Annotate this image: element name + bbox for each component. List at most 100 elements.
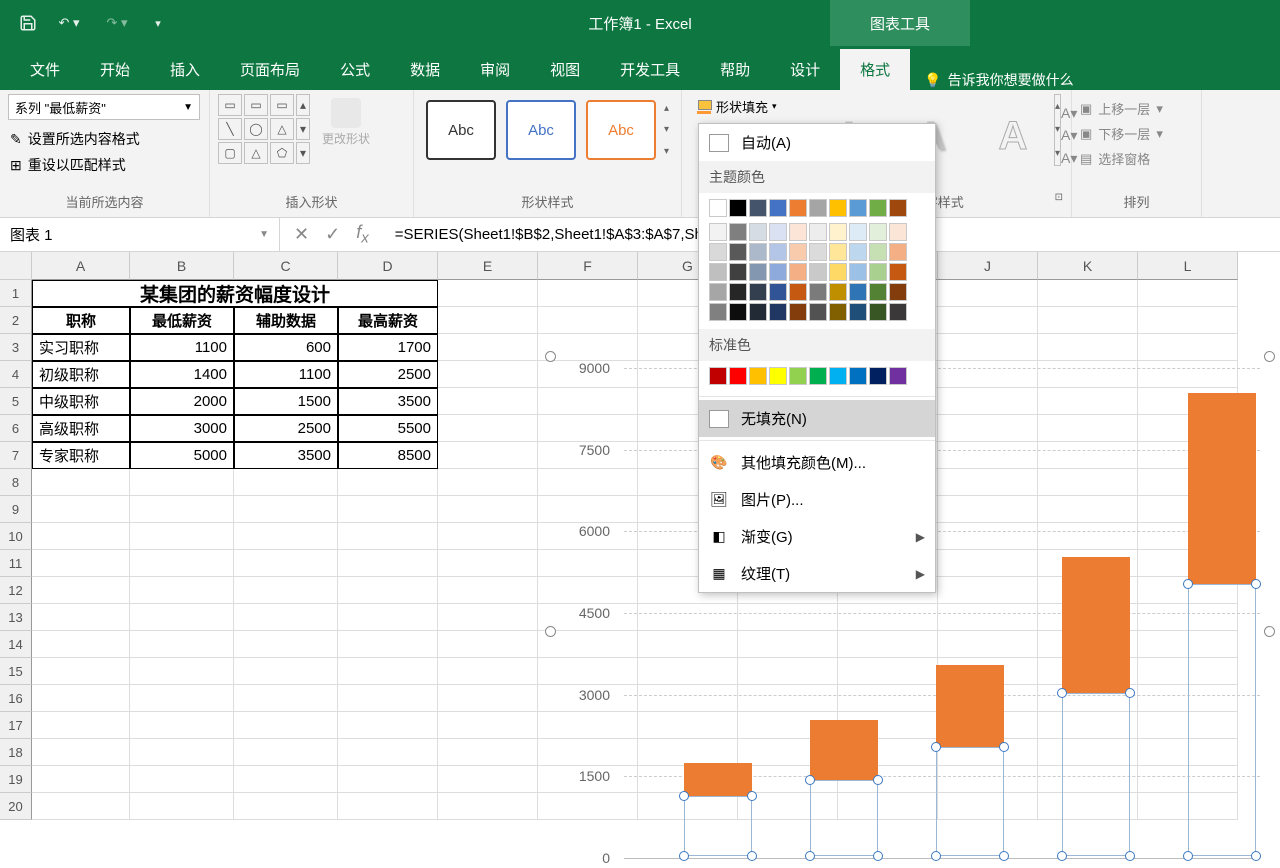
color-swatch[interactable] bbox=[729, 223, 747, 241]
color-swatch[interactable] bbox=[849, 199, 867, 217]
cell[interactable] bbox=[234, 577, 338, 604]
ribbon-tab-审阅[interactable]: 审阅 bbox=[460, 49, 530, 90]
cell[interactable] bbox=[938, 280, 1038, 307]
row-header[interactable]: 13 bbox=[0, 604, 32, 631]
cell[interactable]: 1100 bbox=[130, 334, 234, 361]
cell[interactable] bbox=[438, 388, 538, 415]
bar-base-series[interactable] bbox=[1188, 584, 1256, 856]
cell[interactable] bbox=[234, 793, 338, 820]
cell[interactable] bbox=[130, 577, 234, 604]
qat-customize[interactable]: ▾ bbox=[144, 9, 172, 37]
cell[interactable] bbox=[32, 550, 130, 577]
color-swatch[interactable] bbox=[789, 199, 807, 217]
color-swatch[interactable] bbox=[789, 283, 807, 301]
color-swatch[interactable] bbox=[829, 263, 847, 281]
redo-button[interactable]: ↷ ▾ bbox=[96, 9, 138, 37]
cell[interactable] bbox=[438, 361, 538, 388]
cell[interactable] bbox=[32, 469, 130, 496]
color-swatch[interactable] bbox=[729, 367, 747, 385]
row-header[interactable]: 2 bbox=[0, 307, 32, 334]
color-swatch[interactable] bbox=[889, 303, 907, 321]
row-header[interactable]: 7 bbox=[0, 442, 32, 469]
color-swatch[interactable] bbox=[809, 303, 827, 321]
color-swatch[interactable] bbox=[749, 303, 767, 321]
row-header[interactable]: 9 bbox=[0, 496, 32, 523]
row-header[interactable]: 11 bbox=[0, 550, 32, 577]
cell[interactable] bbox=[338, 739, 438, 766]
color-swatch[interactable] bbox=[849, 283, 867, 301]
cell[interactable] bbox=[32, 712, 130, 739]
color-swatch[interactable] bbox=[709, 223, 727, 241]
fill-texture[interactable]: ▦ 纹理(T) ▶ bbox=[699, 555, 935, 592]
color-swatch[interactable] bbox=[789, 243, 807, 261]
color-swatch[interactable] bbox=[869, 199, 887, 217]
cell[interactable] bbox=[338, 496, 438, 523]
ribbon-tab-视图[interactable]: 视图 bbox=[530, 49, 600, 90]
cell[interactable] bbox=[130, 793, 234, 820]
color-swatch[interactable] bbox=[829, 223, 847, 241]
row-header[interactable]: 16 bbox=[0, 685, 32, 712]
cell[interactable] bbox=[438, 712, 538, 739]
color-swatch[interactable] bbox=[849, 243, 867, 261]
cell[interactable] bbox=[538, 280, 638, 307]
cell[interactable]: 3500 bbox=[338, 388, 438, 415]
ribbon-tab-帮助[interactable]: 帮助 bbox=[700, 49, 770, 90]
color-swatch[interactable] bbox=[749, 199, 767, 217]
cell[interactable] bbox=[438, 577, 538, 604]
ribbon-tab-插入[interactable]: 插入 bbox=[150, 49, 220, 90]
color-swatch[interactable] bbox=[889, 367, 907, 385]
row-header[interactable]: 3 bbox=[0, 334, 32, 361]
cell[interactable] bbox=[234, 712, 338, 739]
row-header[interactable]: 6 bbox=[0, 415, 32, 442]
col-header[interactable]: A bbox=[32, 252, 130, 280]
fx-button[interactable]: fx bbox=[356, 222, 369, 247]
color-swatch[interactable] bbox=[809, 243, 827, 261]
cell[interactable]: 职称 bbox=[32, 307, 130, 334]
save-button[interactable] bbox=[14, 9, 42, 37]
cell[interactable]: 辅助数据 bbox=[234, 307, 338, 334]
cell[interactable] bbox=[438, 631, 538, 658]
cell[interactable] bbox=[234, 739, 338, 766]
chart-element-selector[interactable]: 系列 "最低薪资"▼ bbox=[8, 94, 200, 120]
cell[interactable] bbox=[130, 550, 234, 577]
cell[interactable] bbox=[438, 739, 538, 766]
cell[interactable]: 1500 bbox=[234, 388, 338, 415]
cell[interactable] bbox=[438, 442, 538, 469]
ribbon-tab-开发工具[interactable]: 开发工具 bbox=[600, 49, 700, 90]
ribbon-tab-格式[interactable]: 格式 bbox=[840, 49, 910, 90]
cell[interactable] bbox=[234, 766, 338, 793]
color-swatch[interactable] bbox=[769, 199, 787, 217]
color-swatch[interactable] bbox=[769, 283, 787, 301]
cell[interactable]: 1100 bbox=[234, 361, 338, 388]
cell[interactable]: 3000 bbox=[130, 415, 234, 442]
color-swatch[interactable] bbox=[829, 199, 847, 217]
ribbon-tab-页面布局[interactable]: 页面布局 bbox=[220, 49, 320, 90]
col-header[interactable]: C bbox=[234, 252, 338, 280]
color-swatch[interactable] bbox=[869, 283, 887, 301]
cell[interactable] bbox=[438, 685, 538, 712]
name-box[interactable]: 图表 1▼ bbox=[0, 218, 280, 251]
color-swatch[interactable] bbox=[869, 243, 887, 261]
cell[interactable] bbox=[338, 523, 438, 550]
reset-style-button[interactable]: ⊞重设以匹配样式 bbox=[8, 152, 201, 178]
format-selection-button[interactable]: ✎设置所选内容格式 bbox=[8, 126, 201, 152]
cell[interactable] bbox=[438, 334, 538, 361]
color-swatch[interactable] bbox=[709, 367, 727, 385]
shape-style-gallery[interactable]: Abc Abc Abc bbox=[422, 94, 660, 166]
cell[interactable] bbox=[438, 469, 538, 496]
send-backward-button[interactable]: ▣下移一层 ▾ bbox=[1078, 121, 1195, 146]
row-header[interactable]: 4 bbox=[0, 361, 32, 388]
cell[interactable] bbox=[130, 523, 234, 550]
cell[interactable] bbox=[338, 550, 438, 577]
cell[interactable] bbox=[130, 658, 234, 685]
color-swatch[interactable] bbox=[709, 303, 727, 321]
cell[interactable] bbox=[32, 685, 130, 712]
cell[interactable]: 最高薪资 bbox=[338, 307, 438, 334]
cell[interactable] bbox=[234, 523, 338, 550]
cell[interactable]: 中级职称 bbox=[32, 388, 130, 415]
cell[interactable] bbox=[130, 739, 234, 766]
fill-automatic[interactable]: 自动(A) bbox=[699, 124, 935, 161]
color-swatch[interactable] bbox=[829, 283, 847, 301]
row-header[interactable]: 14 bbox=[0, 631, 32, 658]
cell[interactable]: 5000 bbox=[130, 442, 234, 469]
